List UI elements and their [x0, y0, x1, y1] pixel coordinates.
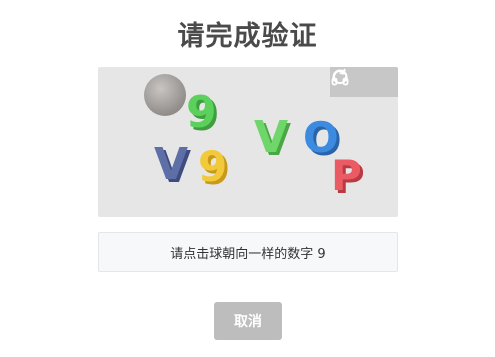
sphere-ball	[144, 74, 186, 116]
captcha-char-9-yellow[interactable]: 9 9	[198, 142, 230, 194]
svg-text:V: V	[254, 112, 288, 163]
svg-text:V: V	[154, 139, 188, 190]
svg-text:9: 9	[198, 142, 227, 191]
captcha-char-9-green[interactable]: 9 9	[186, 87, 220, 141]
captcha-char-v-blue[interactable]: V V	[154, 139, 191, 193]
svg-text:P: P	[331, 151, 362, 200]
page-title: 请完成验证	[177, 21, 318, 52]
headphones-icon	[331, 69, 349, 86]
captcha-toolbar	[330, 67, 398, 97]
captcha-instruction: 请点击球朝向一样的数字 9	[98, 232, 398, 272]
captcha-char-v-green[interactable]: V V	[254, 112, 291, 166]
audio-button[interactable]	[331, 69, 394, 95]
cancel-button[interactable]: 取消	[214, 302, 282, 340]
svg-text:9: 9	[186, 87, 217, 138]
captcha-image[interactable]: 9 9 V V 9 9 V V O O P P	[98, 67, 398, 217]
captcha-char-p-red[interactable]: P P	[331, 151, 365, 203]
